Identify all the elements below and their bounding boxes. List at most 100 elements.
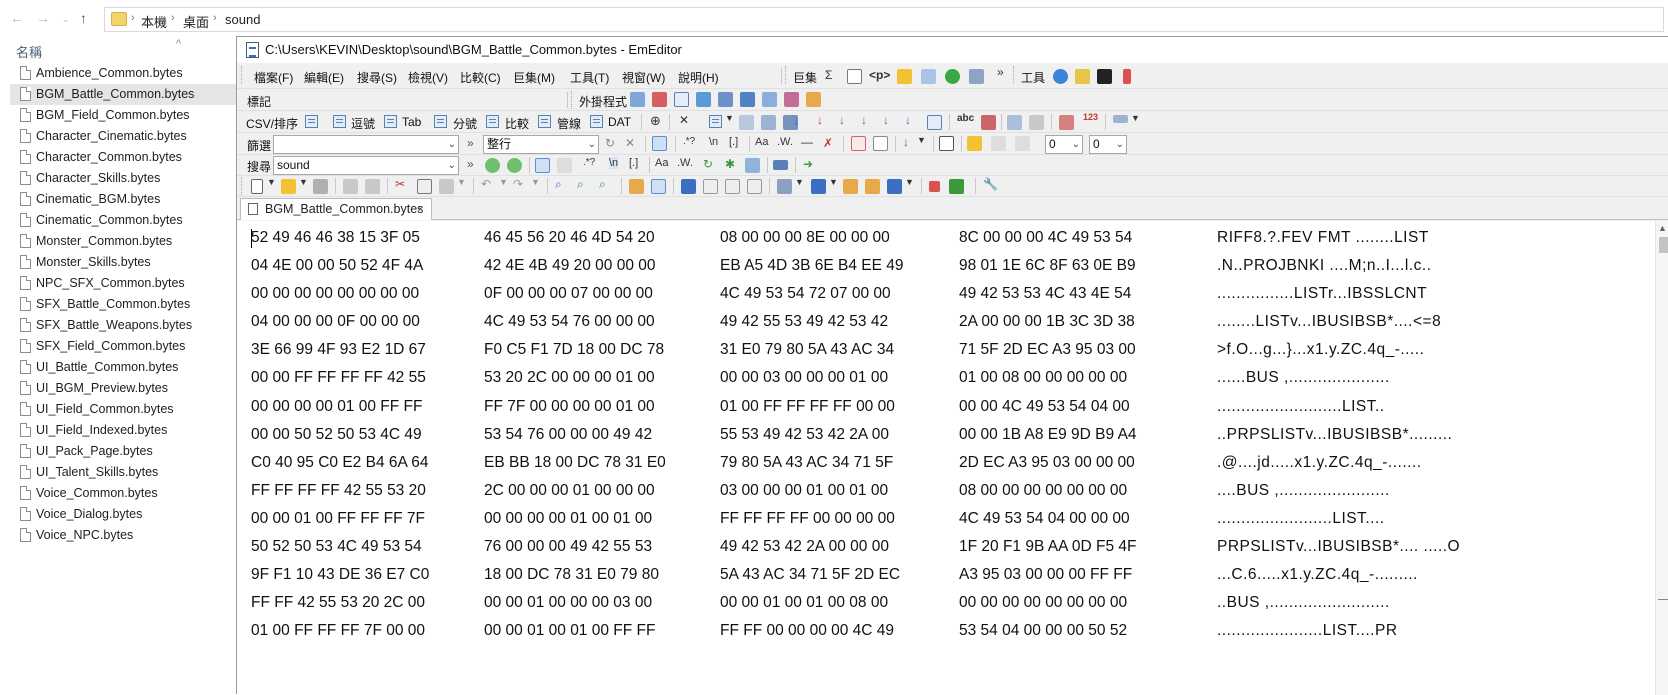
search-whole-word-icon[interactable]: .W. xyxy=(677,157,693,169)
macro-options-icon[interactable] xyxy=(921,69,936,84)
search-multiline-icon[interactable]: [.] xyxy=(629,157,638,169)
spell-check-icon[interactable]: abc xyxy=(957,113,974,124)
file-list-item[interactable]: BGM_Battle_Common.bytes xyxy=(10,84,236,105)
close-tab-icon[interactable]: × xyxy=(417,202,424,216)
plugin-web-preview-icon[interactable] xyxy=(762,92,777,107)
lock-filter-icon[interactable] xyxy=(967,136,982,151)
file-list-item[interactable]: UI_Field_Indexed.bytes xyxy=(10,420,236,441)
file-list-item[interactable]: SFX_Field_Common.bytes xyxy=(10,336,236,357)
file-list-item[interactable]: UI_Field_Common.bytes xyxy=(10,399,236,420)
highlight-search-icon[interactable] xyxy=(535,158,550,173)
menu-file[interactable]: 檔案(F) xyxy=(254,69,293,86)
ruler-icon[interactable] xyxy=(1113,115,1128,123)
filter-options-icon[interactable]: ↓ xyxy=(903,135,909,149)
csv-normal-mode-icon[interactable] xyxy=(305,115,318,128)
align-columns-icon[interactable] xyxy=(739,115,754,130)
scroll-up-arrow-icon[interactable]: ▲ xyxy=(1658,223,1667,233)
customize-icon[interactable] xyxy=(843,179,858,194)
find-icon[interactable]: ⌕ xyxy=(555,177,562,192)
split-window-icon[interactable] xyxy=(1007,115,1022,130)
filter-more-icon[interactable]: » xyxy=(467,136,474,150)
breadcrumb[interactable]: › 本機 › 桌面 › sound xyxy=(104,7,1664,32)
filter-list-icon[interactable] xyxy=(873,136,888,151)
wrap-page-icon[interactable] xyxy=(725,179,740,194)
csv-pipe-icon[interactable] xyxy=(538,115,551,128)
plugins-toolbar-label[interactable]: 外掛程式 xyxy=(579,93,627,110)
breadcrumb-item-desktop[interactable]: 桌面 xyxy=(183,12,209,31)
search-dropdown-icon[interactable]: ⌄ xyxy=(448,157,456,174)
csv-comma-button[interactable]: 逗號 xyxy=(351,115,375,132)
file-list-item[interactable]: UI_Talent_Skills.bytes xyxy=(10,462,236,483)
forward-arrow-icon[interactable]: → xyxy=(36,10,50,26)
menu-compare[interactable]: 比較(C) xyxy=(460,69,501,86)
filter-options-dropdown-icon[interactable]: ▼ xyxy=(917,135,926,145)
search-in-selection-icon[interactable] xyxy=(557,158,572,173)
go-back-green-icon[interactable] xyxy=(945,69,960,84)
configuration-dropdown-icon[interactable]: ▼ xyxy=(829,177,838,187)
spell-settings-icon[interactable] xyxy=(981,115,996,130)
match-case-icon[interactable]: Aa xyxy=(755,136,768,148)
file-list-item[interactable]: UI_Battle_Common.bytes xyxy=(10,357,236,378)
breadcrumb-separator-icon[interactable]: › xyxy=(131,12,135,24)
column-layout-dropdown-icon[interactable]: ▼ xyxy=(725,113,734,123)
sort-numeric-asc-icon[interactable]: ↓ xyxy=(839,113,845,127)
sort-options-icon[interactable] xyxy=(927,115,942,130)
configuration-icon[interactable] xyxy=(811,179,826,194)
lock-columns-icon[interactable] xyxy=(1029,115,1044,130)
sort-length-asc-icon[interactable]: ↓ xyxy=(883,113,889,127)
wrap-window-icon[interactable] xyxy=(703,179,718,194)
menu-edit[interactable]: 編輯(E) xyxy=(304,69,344,86)
find-next-icon[interactable] xyxy=(485,158,500,173)
macro-record-icon[interactable] xyxy=(969,69,984,84)
plugin-projects-icon[interactable] xyxy=(696,92,711,107)
whole-word-icon[interactable]: .W. xyxy=(777,136,793,148)
up-arrow-icon[interactable]: ↑ xyxy=(80,10,87,26)
csv-compare-icon[interactable] xyxy=(486,115,499,128)
join-columns-icon[interactable] xyxy=(761,115,776,130)
context-lines-before-select[interactable]: 0 ⌄ xyxy=(1045,135,1083,154)
undo-icon[interactable]: ↶ xyxy=(481,177,491,191)
column-header-name[interactable]: 名稱 xyxy=(16,42,42,61)
search-match-case-icon[interactable]: Aa xyxy=(655,157,668,169)
file-list-item[interactable]: SFX_Battle_Weapons.bytes xyxy=(10,315,236,336)
text-editor-area[interactable]: 52 49 46 46 38 15 3F 05 46 45 56 20 46 4D… xyxy=(237,221,1668,695)
search-bar-icon[interactable] xyxy=(773,160,788,170)
vertical-scrollbar[interactable]: ▲ xyxy=(1655,221,1668,695)
menu-help[interactable]: 說明(H) xyxy=(678,69,719,86)
csv-tab-icon[interactable] xyxy=(384,115,397,128)
csv-semicolon-button[interactable]: 分號 xyxy=(453,115,477,132)
crosshair-icon[interactable]: ⊕ xyxy=(650,113,661,129)
paste-dropdown-icon[interactable]: ▼ xyxy=(457,177,466,187)
csv-tab-button[interactable]: Tab xyxy=(402,115,421,129)
plugin-word-count-icon[interactable] xyxy=(784,92,799,107)
tab-bgm-battle-common[interactable]: BGM_Battle_Common.bytes × xyxy=(240,198,432,220)
copy-icon[interactable] xyxy=(417,179,432,194)
toolbar-overflow-icon[interactable]: » xyxy=(997,65,1004,79)
macro-run-icon[interactable] xyxy=(897,69,912,84)
save-icon[interactable] xyxy=(313,179,328,194)
plugin-calendar-icon[interactable] xyxy=(806,92,821,107)
breadcrumb-item-this-pc[interactable]: 本機 xyxy=(141,12,167,31)
file-list-item[interactable]: Voice_NPC.bytes xyxy=(10,525,236,546)
scrollbar-thumb[interactable] xyxy=(1659,237,1668,253)
file-list-item[interactable]: UI_Pack_Page.bytes xyxy=(10,441,236,462)
search-wrap-icon[interactable]: ↻ xyxy=(703,157,713,171)
properties-icon[interactable] xyxy=(865,179,880,194)
outline-icon[interactable] xyxy=(887,179,902,194)
plugin-explorer-icon[interactable] xyxy=(630,92,645,107)
search-input[interactable]: sound ⌄ xyxy=(273,156,459,175)
search-go-icon[interactable]: ➜ xyxy=(803,157,813,171)
csv-pipe-button[interactable]: 管線 xyxy=(557,115,581,132)
outline-dropdown-icon[interactable]: ▼ xyxy=(905,177,914,187)
menu-macros[interactable]: 巨集(M) xyxy=(513,69,555,86)
menu-search[interactable]: 搜尋(S) xyxy=(357,69,397,86)
filter-mode-dropdown-icon[interactable]: ⌄ xyxy=(588,136,596,153)
menu-tools[interactable]: 工具(T) xyxy=(570,69,609,86)
line-numbers-icon[interactable] xyxy=(1059,115,1074,130)
cut-icon[interactable]: ✂ xyxy=(395,177,405,191)
clear-filter-icon[interactable]: ✕ xyxy=(625,136,635,150)
sort-za-icon[interactable]: ↓ xyxy=(817,113,823,127)
redo-dropdown-icon[interactable]: ▼ xyxy=(531,177,540,187)
breadcrumb-separator-icon[interactable]: › xyxy=(171,12,175,24)
file-list-item[interactable]: Cinematic_Common.bytes xyxy=(10,210,236,231)
